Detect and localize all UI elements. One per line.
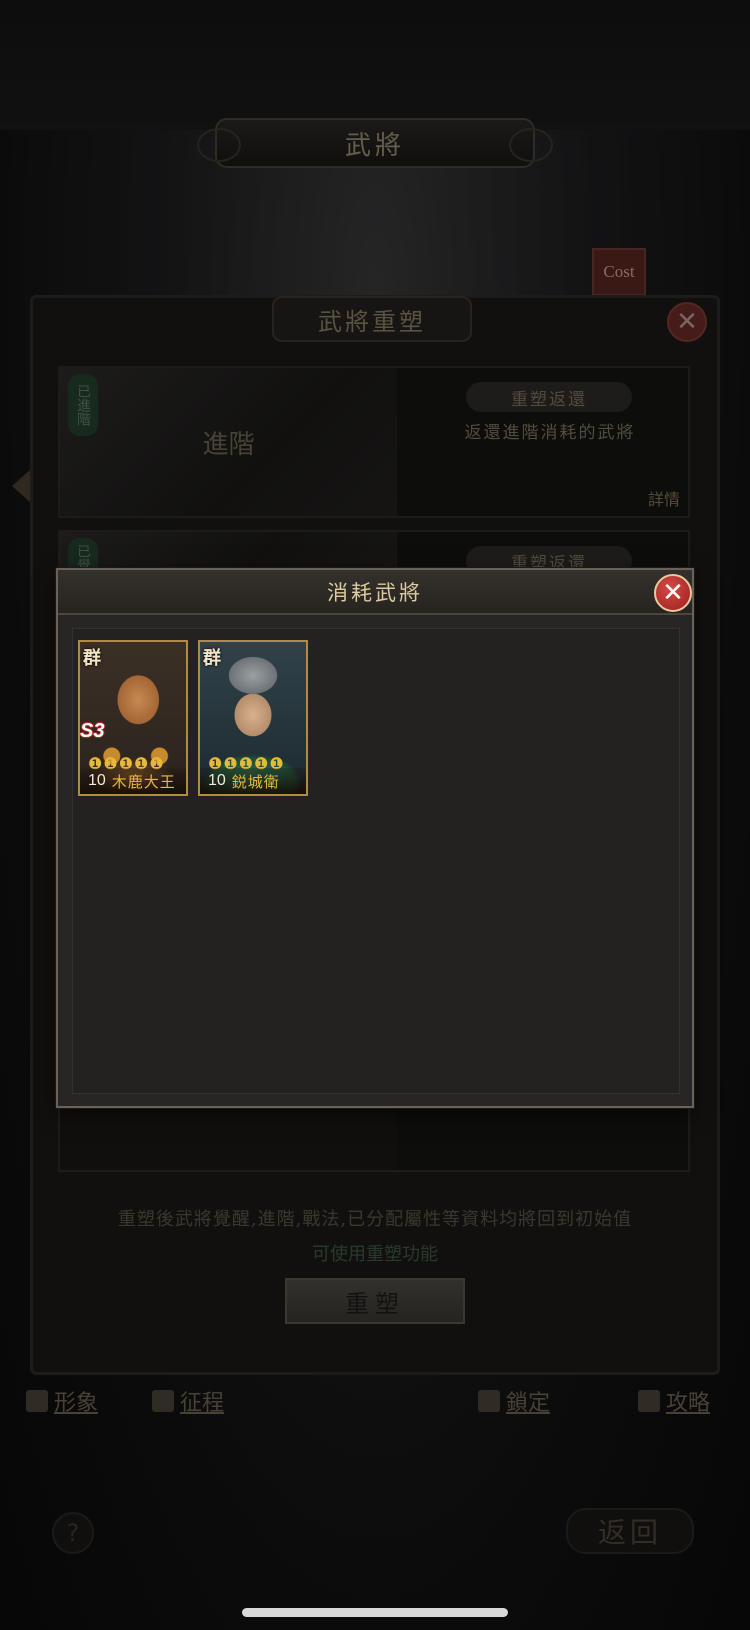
home-indicator[interactable] bbox=[242, 1608, 508, 1617]
general-info-bar: 10 鋭城衛 bbox=[200, 768, 306, 794]
skill-badge: S3 bbox=[80, 720, 105, 742]
faction-badge: 群 bbox=[83, 648, 101, 669]
general-level: 10 bbox=[88, 772, 106, 789]
general-level: 10 bbox=[208, 772, 226, 789]
general-name: 鋭城衛 bbox=[231, 772, 280, 791]
modal-title: 消耗武將 bbox=[58, 570, 692, 615]
general-card[interactable]: 群 S3 ❶❶❶❶❶ 10 木鹿大王 bbox=[78, 640, 188, 796]
faction-badge: 群 bbox=[203, 648, 221, 669]
general-card[interactable]: 群 ❶❶❶❶❶ 10 鋭城衛 bbox=[198, 640, 308, 796]
general-name: 木鹿大王 bbox=[111, 772, 176, 791]
general-info-bar: 10 木鹿大王 bbox=[80, 768, 186, 794]
close-icon[interactable]: ✕ bbox=[654, 574, 692, 612]
